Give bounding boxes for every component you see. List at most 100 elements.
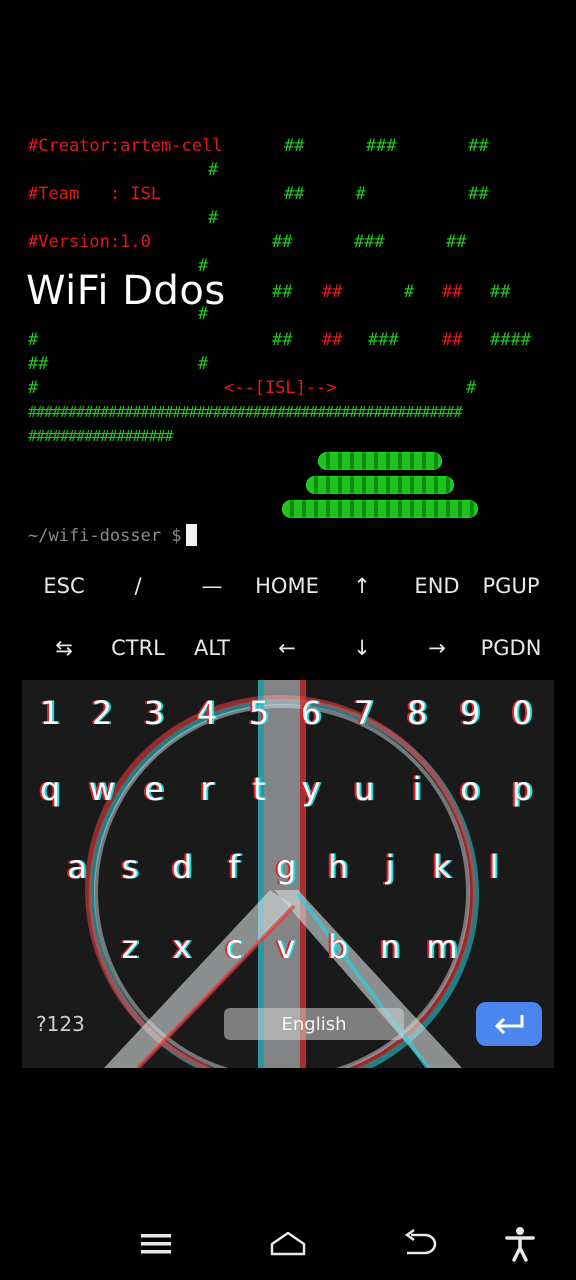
enter-key[interactable] bbox=[476, 1002, 542, 1046]
shell-prompt[interactable]: ~/wifi-dosser $ bbox=[28, 524, 197, 546]
key-7[interactable]: 7 bbox=[354, 694, 374, 732]
pyramid-row bbox=[306, 476, 454, 494]
key-3[interactable]: 3 bbox=[144, 694, 164, 732]
key-p[interactable]: p bbox=[512, 770, 532, 808]
enter-icon bbox=[494, 1015, 524, 1035]
key-v[interactable]: v bbox=[277, 928, 296, 966]
extra-keys-row-2: ⇆ CTRL ALT ← ↓ → PGDN bbox=[0, 620, 576, 676]
team-line: #Team : ISL bbox=[28, 184, 162, 204]
space-bar[interactable]: English bbox=[224, 1008, 404, 1040]
key-f[interactable]: f bbox=[228, 848, 239, 886]
home-key[interactable]: HOME bbox=[255, 574, 319, 598]
key-u[interactable]: u bbox=[354, 770, 374, 808]
ascii-art-row: #### bbox=[490, 330, 531, 350]
home-button[interactable] bbox=[266, 1224, 310, 1264]
menu-icon bbox=[141, 1234, 171, 1254]
ascii-art-row: ## ### ## bbox=[284, 136, 489, 156]
tab-key[interactable]: ⇆ bbox=[55, 636, 73, 660]
ascii-art-row: ## bbox=[272, 330, 293, 350]
key-e[interactable]: e bbox=[144, 770, 164, 808]
home-icon bbox=[270, 1231, 306, 1256]
pgup-key[interactable]: PGUP bbox=[483, 574, 540, 598]
key-s[interactable]: s bbox=[122, 848, 139, 886]
version-line: #Version:1.0 bbox=[28, 232, 151, 252]
arrow-left-key[interactable]: ← bbox=[278, 636, 296, 660]
ascii-art-row: # bbox=[28, 378, 39, 398]
key-w[interactable]: w bbox=[89, 770, 115, 808]
extra-keys-row-1: ESC / — HOME ↑ END PGUP bbox=[0, 558, 576, 614]
ascii-art-row: # bbox=[404, 282, 415, 302]
end-key[interactable]: END bbox=[414, 574, 459, 598]
video-overlay-title: WiFi Ddos bbox=[26, 268, 226, 314]
ascii-art-row: ## bbox=[442, 330, 463, 350]
key-r[interactable]: r bbox=[200, 770, 213, 808]
key-o[interactable]: o bbox=[460, 770, 480, 808]
arrow-down-key[interactable]: ↓ bbox=[353, 636, 371, 660]
terminal-output: #Creator:artem-cell #Team : ISL #Version… bbox=[0, 0, 576, 560]
ascii-art-row: ## bbox=[322, 282, 343, 302]
dash-key[interactable]: — bbox=[202, 574, 223, 598]
prompt-text: ~/wifi-dosser $ bbox=[28, 526, 182, 546]
arrow-right-key[interactable]: → bbox=[428, 636, 446, 660]
ctrl-key[interactable]: CTRL bbox=[111, 636, 165, 660]
accessibility-button[interactable] bbox=[498, 1224, 542, 1264]
creator-line: #Creator:artem-cell bbox=[28, 136, 223, 156]
ascii-divider: ################## bbox=[28, 427, 174, 445]
ascii-art-row: ## bbox=[272, 282, 293, 302]
key-n[interactable]: n bbox=[380, 928, 400, 966]
key-l[interactable]: l bbox=[490, 848, 499, 886]
slash-key[interactable]: / bbox=[134, 574, 141, 598]
symbols-key[interactable]: ?123 bbox=[36, 1012, 85, 1036]
key-m[interactable]: m bbox=[426, 928, 457, 966]
soft-keyboard: 1 2 3 4 5 6 7 8 9 0 q w e r t y u i o p … bbox=[22, 680, 554, 1068]
key-c[interactable]: c bbox=[225, 928, 243, 966]
key-t[interactable]: t bbox=[253, 770, 266, 808]
key-9[interactable]: 9 bbox=[460, 694, 480, 732]
key-5[interactable]: 5 bbox=[249, 694, 269, 732]
pyramid-row bbox=[318, 452, 442, 470]
key-k[interactable]: k bbox=[433, 848, 452, 886]
key-2[interactable]: 2 bbox=[92, 694, 112, 732]
key-a[interactable]: a bbox=[67, 848, 87, 886]
key-d[interactable]: d bbox=[172, 848, 192, 886]
key-8[interactable]: 8 bbox=[407, 694, 427, 732]
key-j[interactable]: j bbox=[386, 848, 395, 886]
ascii-art-row: ## bbox=[28, 354, 49, 374]
key-h[interactable]: h bbox=[328, 848, 348, 886]
key-y[interactable]: y bbox=[302, 770, 321, 808]
ascii-art-row: ## bbox=[442, 282, 463, 302]
ascii-art-row: ## # ## bbox=[284, 184, 489, 204]
key-g[interactable]: g bbox=[276, 848, 296, 886]
isl-banner: <--[ISL]--> bbox=[224, 378, 337, 398]
ascii-art-row: # bbox=[208, 208, 219, 228]
pyramid-row bbox=[282, 500, 478, 518]
ascii-art-row: ## bbox=[490, 282, 511, 302]
esc-key[interactable]: ESC bbox=[43, 574, 84, 598]
key-1[interactable]: 1 bbox=[40, 694, 60, 732]
text-cursor bbox=[185, 524, 197, 546]
ascii-art-row: # bbox=[198, 354, 209, 374]
ascii-art-row: ## ### ## bbox=[272, 232, 467, 252]
ascii-divider: ########################################… bbox=[28, 403, 463, 421]
key-6[interactable]: 6 bbox=[301, 694, 321, 732]
key-i[interactable]: i bbox=[413, 770, 422, 808]
accessibility-icon bbox=[505, 1227, 535, 1262]
key-x[interactable]: x bbox=[173, 928, 192, 966]
back-icon bbox=[404, 1229, 437, 1255]
recents-button[interactable] bbox=[134, 1224, 178, 1264]
ascii-art-row: ## bbox=[322, 330, 343, 350]
key-0[interactable]: 0 bbox=[512, 694, 532, 732]
key-q[interactable]: q bbox=[40, 770, 60, 808]
system-navigation-bar bbox=[0, 1210, 576, 1280]
back-button[interactable] bbox=[398, 1224, 442, 1264]
ascii-art-row: # bbox=[466, 378, 477, 398]
key-z[interactable]: z bbox=[122, 928, 139, 966]
ascii-art-row: ### bbox=[368, 330, 399, 350]
ascii-art-row: # bbox=[208, 160, 219, 180]
key-b[interactable]: b bbox=[328, 928, 348, 966]
key-4[interactable]: 4 bbox=[197, 694, 217, 732]
alt-key[interactable]: ALT bbox=[194, 636, 230, 660]
ascii-art-row: # bbox=[28, 330, 39, 350]
pgdn-key[interactable]: PGDN bbox=[481, 636, 542, 660]
arrow-up-key[interactable]: ↑ bbox=[353, 574, 371, 598]
